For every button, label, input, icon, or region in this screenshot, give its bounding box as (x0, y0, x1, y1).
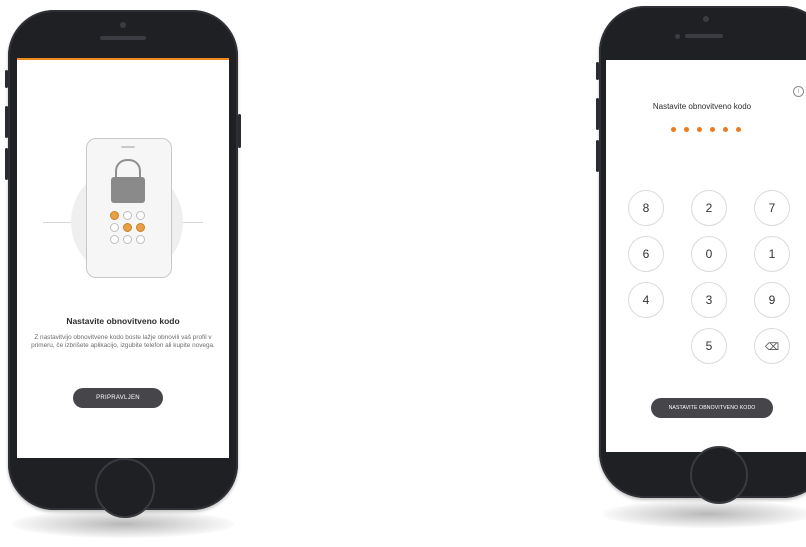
keypad-key-7[interactable]: 7 (754, 190, 790, 226)
backspace-button[interactable]: ⌫ (754, 328, 790, 364)
illustration-phone-speaker (121, 146, 135, 148)
earpiece (685, 34, 723, 38)
volume-down-button (5, 148, 8, 180)
pin-dot-filled (736, 127, 741, 132)
illustration-dot-empty (123, 235, 132, 244)
front-camera (120, 22, 126, 28)
power-button (238, 114, 241, 148)
pin-dot-filled (684, 127, 689, 132)
mute-switch (596, 62, 599, 80)
illustration-dot-empty (136, 211, 145, 220)
phone-left: Nastavite obnovitveno kodo Z nastavitvij… (5, 10, 241, 518)
pin-entry-screen: i Nastavite obnovitveno kodo 8 2 7 6 0 1 4 3 9 5 ⌫… (606, 60, 806, 452)
keypad-key-5[interactable]: 5 (691, 328, 727, 364)
keypad-key-3[interactable]: 3 (691, 282, 727, 318)
volume-up-button (596, 98, 599, 130)
keypad-key-6[interactable]: 6 (628, 236, 664, 272)
pin-dot-filled (723, 127, 728, 132)
illustration-dot-filled (110, 211, 119, 220)
keypad-key-0[interactable]: 0 (691, 236, 727, 272)
pin-dot-filled (671, 127, 676, 132)
proximity-sensor (675, 34, 680, 39)
home-button (95, 458, 155, 518)
page-title: Nastavite obnovitveno kodo (652, 102, 752, 111)
pin-dot-filled (697, 127, 702, 132)
illustration-dot-empty (123, 211, 132, 220)
illustration-dot-empty (110, 235, 119, 244)
volume-down-button (596, 140, 599, 172)
illustration-phone (86, 138, 172, 278)
front-camera (703, 16, 709, 22)
page-description: Z nastavitvijo obnovitvene kodo boste la… (31, 334, 215, 350)
illustration-dot-filled (136, 223, 145, 232)
mute-switch (5, 70, 8, 88)
page-title: Nastavite obnovitveno kodo (66, 316, 180, 326)
keypad-key-8[interactable]: 8 (628, 190, 664, 226)
info-icon[interactable]: i (793, 86, 804, 97)
volume-up-button (5, 106, 8, 138)
padlock-icon (111, 177, 145, 203)
recovery-illustration (43, 138, 203, 298)
intro-screen: Nastavite obnovitveno kodo Z nastavitvij… (17, 58, 229, 458)
earpiece (100, 36, 146, 40)
backspace-icon: ⌫ (764, 342, 780, 353)
keypad-key-9[interactable]: 9 (754, 282, 790, 318)
illustration-dot-empty (136, 235, 145, 244)
pin-dot-filled (710, 127, 715, 132)
ready-button[interactable]: PRIPRAVLJEN (73, 388, 163, 408)
phone-reflection-right (603, 500, 806, 528)
set-recovery-code-button[interactable]: NASTAVITE OBNOVITVENO KODO (651, 398, 773, 418)
keypad-key-4[interactable]: 4 (628, 282, 664, 318)
illustration-dot-empty (110, 223, 119, 232)
home-button (690, 446, 748, 504)
illustration-dot-filled (123, 223, 132, 232)
keypad-key-2[interactable]: 2 (691, 190, 727, 226)
phone-right: i Nastavite obnovitveno kodo 8 2 7 6 0 1 4 3 9 5 ⌫… (596, 6, 806, 504)
keypad-key-1[interactable]: 1 (754, 236, 790, 272)
